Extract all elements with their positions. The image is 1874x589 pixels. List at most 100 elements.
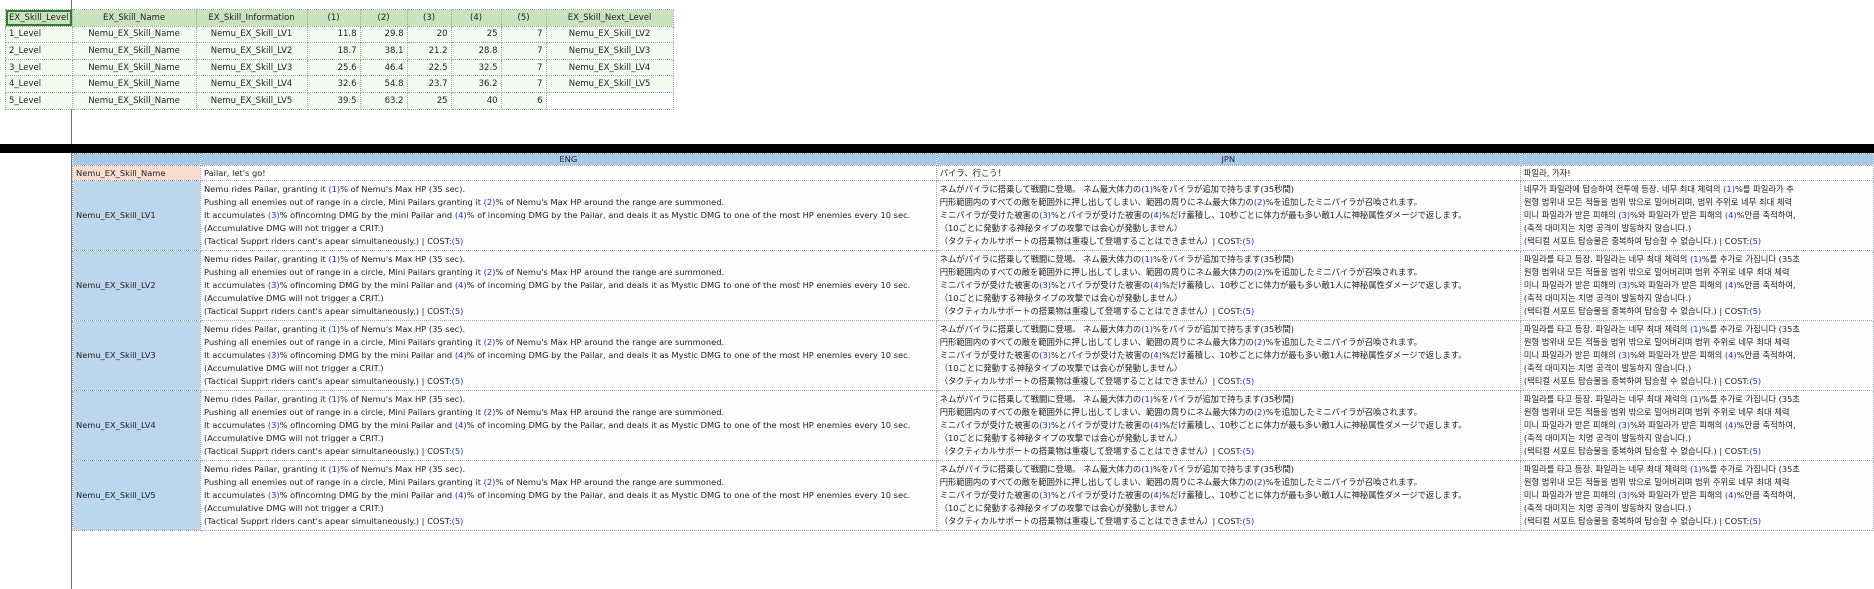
- skill-name-jpn[interactable]: パイラ、行こう！: [935, 165, 1521, 181]
- text-segment: Nemu rides Pailar, granting it: [203, 394, 329, 404]
- skill-level-key[interactable]: Nemu_EX_Skill_LV3: [72, 320, 201, 391]
- skill-name-key[interactable]: Nemu_EX_Skill_Name: [72, 165, 201, 181]
- skill-level-key[interactable]: Nemu_EX_Skill_LV1: [72, 180, 201, 251]
- top-table-cell[interactable]: Nemu_EX_Skill_LV5: [545, 75, 674, 93]
- top-table-cell[interactable]: 25.6: [306, 58, 361, 77]
- eng-text-cell[interactable]: Nemu rides Pailar, granting it (1)% of N…: [199, 180, 937, 251]
- skill-level-key[interactable]: Nemu_EX_Skill_LV2: [72, 250, 201, 321]
- param-placeholder: (3): [1039, 490, 1052, 500]
- jpn-text-cell[interactable]: ネムがパイラに搭乗して戦闘に登場。 ネム最大体力の(1)%をパイラが追加で持ちま…: [935, 250, 1521, 321]
- top-table-cell[interactable]: Nemu_EX_Skill_Name: [71, 42, 197, 60]
- top-header-cell[interactable]: EX_Skill_Name: [71, 9, 197, 27]
- top-table-cell[interactable]: 21.2: [406, 42, 452, 60]
- jpn-column-header[interactable]: JPN: [935, 153, 1521, 166]
- top-table-cell[interactable]: 3_Level: [5, 58, 73, 77]
- skill-name-kor[interactable]: 파일라, 가자!: [1519, 165, 1874, 181]
- jpn-text-cell[interactable]: ネムがパイラに搭乗して戦闘に登場。 ネム最大体力の(1)%をパイラが追加で持ちま…: [935, 180, 1521, 251]
- top-table-cell[interactable]: 32.6: [306, 75, 361, 93]
- text-segment: ミニパイラが受けた被害の: [939, 350, 1040, 360]
- skill-level-row: Nemu_EX_Skill_LV5 Nemu rides Pailar, gran…: [72, 460, 1874, 531]
- top-table-cell[interactable]: Nemu_EX_Skill_Name: [71, 25, 197, 44]
- top-header-cell[interactable]: (2): [359, 9, 408, 27]
- top-table-cell[interactable]: 7: [500, 42, 547, 60]
- top-table-cell[interactable]: 39.5: [306, 91, 361, 110]
- top-table-cell[interactable]: Nemu_EX_Skill_LV2: [545, 25, 674, 44]
- text-segment: (축적 대미지는 치명 공격이 발동하지 않습니다.): [1523, 223, 1692, 233]
- top-table-cell[interactable]: Nemu_EX_Skill_LV3: [545, 42, 674, 60]
- top-table-cell[interactable]: 54.8: [359, 75, 408, 93]
- skill-level-key[interactable]: Nemu_EX_Skill_LV5: [72, 460, 201, 531]
- kor-text-cell[interactable]: 네무가 파일라에 탑승하여 전투에 등장. 네무 최대 체력의 (1)%를 파일…: [1519, 180, 1874, 251]
- param-placeholder: (3): [267, 210, 280, 220]
- top-header-cell[interactable]: (4): [450, 9, 502, 27]
- top-table-cell[interactable]: 23.7: [406, 75, 452, 93]
- kor-text-cell[interactable]: 파일라를 타고 등장. 파일라는 네무 최대 체력의 (1)%를 추가로 가집니…: [1519, 460, 1874, 531]
- top-table-cell[interactable]: 25: [450, 25, 502, 44]
- jpn-text-cell[interactable]: ネムがパイラに搭乗して戦闘に登場。 ネム最大体力の(1)%をパイラが追加で持ちま…: [935, 320, 1521, 391]
- text-line: (택티컬 서포트 탑승물을 중복하여 탑승할 수 없습니다.) | COST:(…: [1524, 375, 1870, 388]
- text-segment: Pushing all enemies out of range in a ci…: [203, 267, 484, 277]
- top-table-cell[interactable]: 46.4: [359, 58, 408, 77]
- top-table-cell[interactable]: 7: [500, 75, 547, 93]
- kor-text-cell[interactable]: 파일라를 타고 등장. 파일라는 네무 최대 체력의 (1)%를 추가로 가집니…: [1519, 390, 1874, 461]
- top-table-cell[interactable]: 40: [450, 91, 502, 110]
- top-table-cell[interactable]: Nemu_EX_Skill_Name: [71, 91, 197, 110]
- top-table-cell[interactable]: 25: [406, 91, 452, 110]
- top-table-cell[interactable]: 6: [500, 91, 547, 110]
- column-header[interactable]: [72, 153, 201, 166]
- top-table-cell[interactable]: 5_Level: [5, 91, 73, 110]
- text-segment: (Tactical Supprt riders cant's apear sim…: [203, 516, 452, 526]
- jpn-text-cell[interactable]: ネムがパイラに搭乗して戦闘に登場。 ネム最大体力の(1)%をパイラが追加で持ちま…: [935, 390, 1521, 461]
- skill-level-key[interactable]: Nemu_EX_Skill_LV4: [72, 390, 201, 461]
- top-table-cell[interactable]: Nemu_EX_Skill_LV4: [545, 58, 674, 77]
- top-table-cell[interactable]: 18.7: [306, 42, 361, 60]
- top-table-cell[interactable]: 38.1: [359, 42, 408, 60]
- param-placeholder: (1): [1723, 184, 1735, 194]
- top-table-cell[interactable]: 32.5: [450, 58, 502, 77]
- top-table-cell[interactable]: Nemu_EX_Skill_Name: [71, 58, 197, 77]
- eng-text-cell[interactable]: Nemu rides Pailar, granting it (1)% of N…: [199, 320, 937, 391]
- text-segment: 미니 파일라가 받은 피해의: [1523, 280, 1619, 290]
- text-segment: %만큼 축적하여,: [1736, 350, 1796, 360]
- top-table-cell[interactable]: Nemu_EX_Skill_LV3: [195, 58, 308, 77]
- top-header-cell[interactable]: EX_Skill_Next_Level: [545, 9, 674, 27]
- top-header-cell[interactable]: (3): [406, 9, 452, 27]
- top-header-cell[interactable]: EX_Skill_Information: [195, 9, 308, 27]
- text-line: （タクティカルサポートの搭乗物は重複して登場することはできません）| COST:…: [940, 375, 1517, 388]
- top-table-cell[interactable]: 4_Level: [5, 75, 73, 93]
- top-table-cell[interactable]: 28.8: [450, 42, 502, 60]
- top-header-cell[interactable]: (5): [500, 9, 547, 27]
- top-table-cell[interactable]: 20: [406, 25, 452, 44]
- top-table-cell[interactable]: 7: [500, 25, 547, 44]
- top-table-cell[interactable]: 1_Level: [5, 25, 73, 44]
- eng-text-cell[interactable]: Nemu rides Pailar, granting it (1)% of N…: [199, 460, 937, 531]
- text-line: (Accumulative DMG will not trigger a CRI…: [204, 292, 933, 305]
- top-header-cell[interactable]: EX_Skill_Level: [5, 9, 73, 27]
- eng-text-cell[interactable]: Nemu rides Pailar, granting it (1)% of N…: [199, 390, 937, 461]
- top-header-cell[interactable]: (1): [306, 9, 361, 27]
- top-table-cell[interactable]: Nemu_EX_Skill_LV2: [195, 42, 308, 60]
- text-segment: %をパイラが追加で持ちます(35秒間): [1152, 464, 1295, 474]
- top-table-cell[interactable]: Nemu_EX_Skill_LV5: [195, 91, 308, 110]
- eng-text-cell[interactable]: Nemu rides Pailar, granting it (1)% of N…: [199, 250, 937, 321]
- skill-name-eng[interactable]: Pailar, let's go!: [199, 165, 937, 181]
- top-table-cell[interactable]: 29.8: [359, 25, 408, 44]
- top-table-cell[interactable]: Nemu_EX_Skill_LV1: [195, 25, 308, 44]
- kor-text-cell[interactable]: 파일라를 타고 등장. 파일라는 네무 최대 체력의 (1)%를 추가로 가집니…: [1519, 320, 1874, 391]
- top-table-cell[interactable]: Nemu_EX_Skill_Name: [71, 75, 197, 93]
- top-table-cell[interactable]: 2_Level: [5, 42, 73, 60]
- text-segment: %とパイラが受けた被害の: [1051, 210, 1151, 220]
- top-table-cell[interactable]: 63.2: [359, 91, 408, 110]
- top-table-cell[interactable]: 11.8: [306, 25, 361, 44]
- text-segment: Nemu rides Pailar, granting it: [203, 254, 329, 264]
- text-line: 円形範囲内のすべての敵を範囲外に押し出してしまい、範囲の周りにネム最大体力の(2…: [940, 476, 1517, 489]
- top-table-cell[interactable]: 7: [500, 58, 547, 77]
- top-table-cell[interactable]: Nemu_EX_Skill_LV4: [195, 75, 308, 93]
- top-table-cell[interactable]: [545, 91, 674, 110]
- kor-text-cell[interactable]: 파일라를 타고 등장. 파일라는 네무 최대 체력의 (1)%를 추가로 가집니…: [1519, 250, 1874, 321]
- top-table-cell[interactable]: 36.2: [450, 75, 502, 93]
- top-table-cell[interactable]: 22.5: [406, 58, 452, 77]
- eng-column-header[interactable]: ENG: [199, 153, 937, 166]
- jpn-text-cell[interactable]: ネムがパイラに搭乗して戦闘に登場。 ネム最大体力の(1)%をパイラが追加で持ちま…: [935, 460, 1521, 531]
- column-header[interactable]: [1519, 153, 1874, 166]
